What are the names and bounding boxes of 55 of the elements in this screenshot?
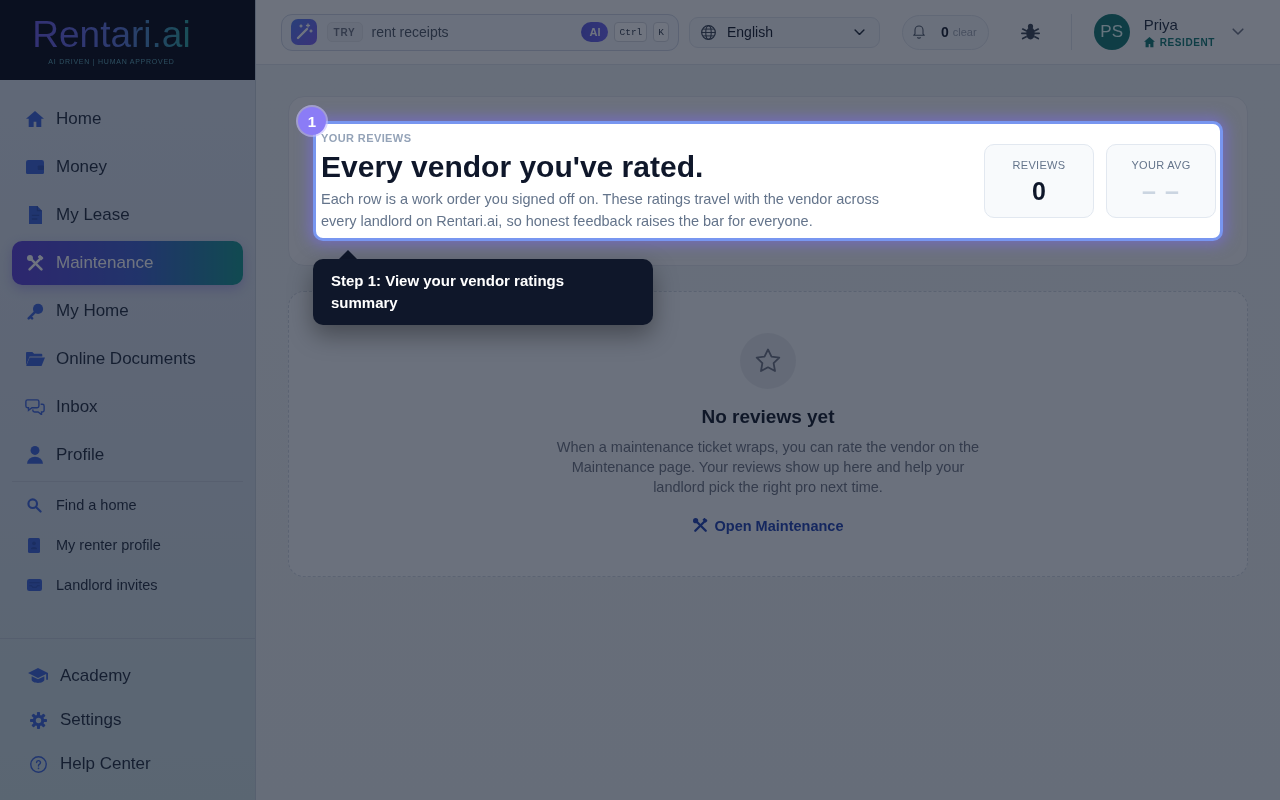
graduation-cap-icon [28,668,48,684]
nav-item[interactable]: My Lease [12,193,243,237]
nav-item[interactable]: Maintenance [12,241,243,285]
chevron-down-icon [854,28,865,36]
person-icon [27,446,43,464]
nav-item[interactable]: My Home [12,289,243,333]
step-marker: 1 [298,107,326,135]
house-icon [1143,37,1155,48]
ai-tag: AI [581,22,609,42]
chat-icon [25,398,45,416]
key-icon [26,302,44,320]
globe-icon [701,24,716,40]
page-title: Every vendor you've rated. [321,149,705,185]
search-icon [26,497,42,513]
avatar[interactable]: PS [1093,14,1130,50]
nav-item[interactable]: Academy [12,654,243,698]
nav-item[interactable]: Settings [12,698,243,742]
document-icon [28,205,42,225]
user-role: RESIDENT [1159,36,1215,49]
settings-icon [29,711,47,729]
nav-item[interactable]: Money [12,145,243,189]
folder-icon [25,351,45,367]
bug-icon[interactable] [1020,23,1040,41]
stat-label: REVIEWS [1012,157,1066,172]
nav-item[interactable]: Home [12,97,243,141]
nav-item[interactable]: Help Center [12,742,243,786]
help-icon [29,755,47,773]
stat-value: 0 [1032,175,1046,206]
notification-count: 0 [941,24,949,40]
empty-state-title: No reviews yet [701,404,835,429]
home-icon [26,110,44,128]
description: Each row is a work order you signed off on. These ratings travel with the vendor across every landlord on Rentari.ai, so honest feedback raises the bar for everyone. [321,190,880,231]
open-maintenance-link[interactable]: Open Maintenance [692,515,844,536]
nav-item[interactable]: Online Documents [12,337,243,381]
nav-item[interactable]: Inbox [12,385,243,429]
keyboard-key: K [653,22,669,42]
stat-label: YOUR AVG [1131,157,1191,172]
nav-item[interactable]: Landlord invites [12,567,243,603]
envelope-icon [26,579,42,591]
nav-item[interactable]: My renter profile [12,527,243,563]
tools-icon [26,254,44,272]
tools-icon [692,518,708,533]
magic-wand-icon [290,19,317,45]
nav-item[interactable]: Profile [12,433,243,477]
bell-icon[interactable] [913,25,925,39]
id-card-icon [28,537,40,553]
user-name: Priya [1143,15,1179,34]
language-select[interactable]: English [689,16,880,48]
keyboard-key: Ctrl [614,22,648,42]
nav-item[interactable]: Find a home [12,487,243,523]
stat-value: – – [1142,175,1180,206]
chevron-down-icon[interactable] [1232,28,1244,36]
search-input[interactable]: rent receipts [371,21,582,43]
tour-tooltip: Step 1: View your vendor ratings summary [313,250,653,325]
wallet-icon [26,159,44,175]
